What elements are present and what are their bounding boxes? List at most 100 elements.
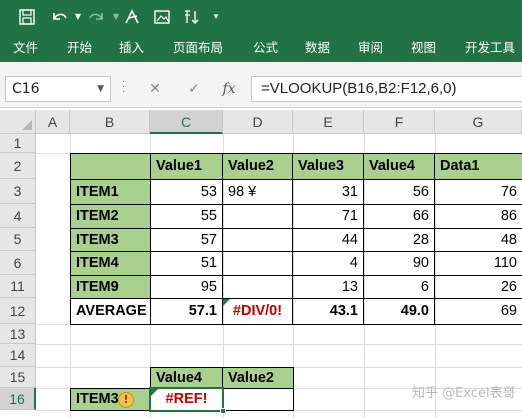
name-box[interactable]: C16 ▼ xyxy=(5,76,111,102)
row-header-14[interactable]: 14 xyxy=(0,344,36,367)
average-label-cell[interactable]: AVERAGE xyxy=(71,299,151,325)
table-cell[interactable]: 57 xyxy=(151,229,223,252)
row-header-11[interactable]: 11 xyxy=(0,275,36,298)
table-cell[interactable]: 71 xyxy=(293,205,364,229)
column-header-g[interactable]: G xyxy=(435,110,522,134)
table-cell[interactable] xyxy=(223,229,293,252)
tab-file[interactable]: 文件 xyxy=(13,36,38,62)
row-header-12[interactable]: 12 xyxy=(0,298,36,324)
warning-icon[interactable]: ! xyxy=(118,392,134,408)
column-header-a[interactable]: A xyxy=(36,110,70,134)
table-header-cell[interactable]: Value2 xyxy=(223,154,293,180)
column-header-e[interactable]: E xyxy=(293,110,364,134)
sort-icon[interactable] xyxy=(180,5,204,29)
table-cell[interactable] xyxy=(223,205,293,229)
average-cell[interactable]: 49.0 xyxy=(364,299,435,325)
item-label-cell[interactable]: ITEM4 xyxy=(71,252,151,276)
column-header-b[interactable]: B xyxy=(70,110,150,134)
spreadsheet-grid[interactable]: A B C D E F G 1 2 3 4 5 6 11 12 13 14 15… xyxy=(0,110,522,418)
tab-view[interactable]: 视图 xyxy=(411,36,436,62)
formula-bar: C16 ▼ · · · ✕ ✓ fx =VLOOKUP(B16,B2:F12,6,0… xyxy=(0,62,522,108)
row-header-5[interactable]: 5 xyxy=(0,228,36,251)
table-cell[interactable]: 48 xyxy=(435,229,522,252)
tab-data[interactable]: 数据 xyxy=(305,36,330,62)
item-label-cell[interactable]: ITEM1 xyxy=(71,180,151,205)
table-cell[interactable]: 26 xyxy=(435,276,522,299)
row-header-6[interactable]: 6 xyxy=(0,251,36,275)
item-label-cell[interactable]: ITEM2 xyxy=(71,205,151,229)
table-cell[interactable] xyxy=(223,252,293,276)
average-error-cell[interactable]: #DIV/0! xyxy=(223,299,293,325)
table-header-cell[interactable] xyxy=(71,154,151,180)
row-header-16[interactable]: 16 xyxy=(0,388,36,410)
table-cell[interactable]: 110 xyxy=(435,252,522,276)
lookup-header-cell[interactable]: Value4 xyxy=(151,368,223,389)
column-header-f[interactable]: F xyxy=(364,110,435,134)
item-label-cell[interactable]: ITEM3 xyxy=(71,229,151,252)
lookup-header-cell[interactable]: Value2 xyxy=(223,368,294,389)
touch-mode-icon[interactable] xyxy=(120,5,144,29)
undo-icon[interactable] xyxy=(46,5,72,29)
table-cell[interactable]: 56 xyxy=(364,180,435,205)
row-header-3[interactable]: 3 xyxy=(0,179,36,204)
formula-input[interactable]: =VLOOKUP(B16,B2:F12,6,0) xyxy=(251,76,522,102)
row-header-13[interactable]: 13 xyxy=(0,324,36,344)
table-header-cell[interactable]: Value3 xyxy=(293,154,364,180)
enter-icon[interactable]: ✓ xyxy=(180,76,208,102)
table-cell[interactable]: 90 xyxy=(364,252,435,276)
table-cell[interactable]: 6 xyxy=(364,276,435,299)
table-cell[interactable]: 53 xyxy=(151,180,223,205)
table-cell[interactable]: 51 xyxy=(151,252,223,276)
item-label-cell[interactable]: ITEM9 xyxy=(71,276,151,299)
lookup-item-cell[interactable]: ITEM3 xyxy=(71,389,151,411)
select-all-button[interactable] xyxy=(0,110,36,134)
table-cell[interactable]: 4 xyxy=(293,252,364,276)
average-cell[interactable]: 69 xyxy=(435,299,522,325)
image-icon[interactable] xyxy=(150,5,174,29)
customize-icon[interactable]: ▾ xyxy=(208,5,224,29)
cancel-icon[interactable]: ✕ xyxy=(141,76,169,102)
watermark: 知乎 @Excel表哥 xyxy=(412,386,516,401)
table-cell[interactable]: 13 xyxy=(293,276,364,299)
table-cell[interactable]: 95 xyxy=(151,276,223,299)
table-cell[interactable]: 28 xyxy=(364,229,435,252)
row-header-15[interactable]: 15 xyxy=(0,367,36,388)
average-cell[interactable]: 43.1 xyxy=(293,299,364,325)
tab-insert[interactable]: 插入 xyxy=(119,36,144,62)
table-header-cell[interactable]: Value1 xyxy=(151,154,223,180)
table-cell[interactable]: 76 xyxy=(435,180,522,205)
table-cell[interactable]: 31 xyxy=(293,180,364,205)
tab-home[interactable]: 开始 xyxy=(67,36,92,62)
row-header-1[interactable]: 1 xyxy=(0,134,36,153)
redo-icon[interactable] xyxy=(84,5,110,29)
gridline xyxy=(36,344,522,345)
title-bar: ▼ ▼ ▾ xyxy=(0,0,522,36)
undo-dropdown-icon[interactable]: ▼ xyxy=(72,5,84,29)
save-icon[interactable] xyxy=(14,5,40,29)
table-header-cell[interactable]: Value4 xyxy=(364,154,435,180)
lookup-result-cell[interactable] xyxy=(223,389,294,411)
table-header-cell[interactable]: Data1 xyxy=(435,154,522,180)
row-header-4[interactable]: 4 xyxy=(0,204,36,228)
average-cell[interactable]: 57.1 xyxy=(151,299,223,325)
fill-handle[interactable] xyxy=(220,408,226,414)
tab-formulas[interactable]: 公式 xyxy=(253,36,278,62)
ribbon-tabs: 文件 开始 插入 页面布局 公式 数据 审阅 视图 开发工具 xyxy=(0,36,522,62)
tab-developer[interactable]: 开发工具 xyxy=(465,36,515,62)
error-indicator-icon xyxy=(223,299,230,306)
row-header-2[interactable]: 2 xyxy=(0,153,36,179)
insert-function-icon[interactable]: fx xyxy=(215,76,243,102)
table-cell[interactable]: 86 xyxy=(435,205,522,229)
name-box-dropdown-icon[interactable]: ▼ xyxy=(97,77,104,101)
tab-page-layout[interactable]: 页面布局 xyxy=(173,36,223,62)
tab-review[interactable]: 审阅 xyxy=(358,36,383,62)
column-header-d[interactable]: D xyxy=(223,110,293,134)
table-cell[interactable]: 44 xyxy=(293,229,364,252)
column-header-c[interactable]: C xyxy=(150,110,223,134)
splitter-handle[interactable]: · · · xyxy=(122,78,126,98)
table-cell[interactable]: 98 ¥ xyxy=(223,180,293,205)
table-cell[interactable] xyxy=(223,276,293,299)
table-cell[interactable]: 55 xyxy=(151,205,223,229)
table-cell[interactable]: 66 xyxy=(364,205,435,229)
active-cell-selection xyxy=(149,387,224,412)
